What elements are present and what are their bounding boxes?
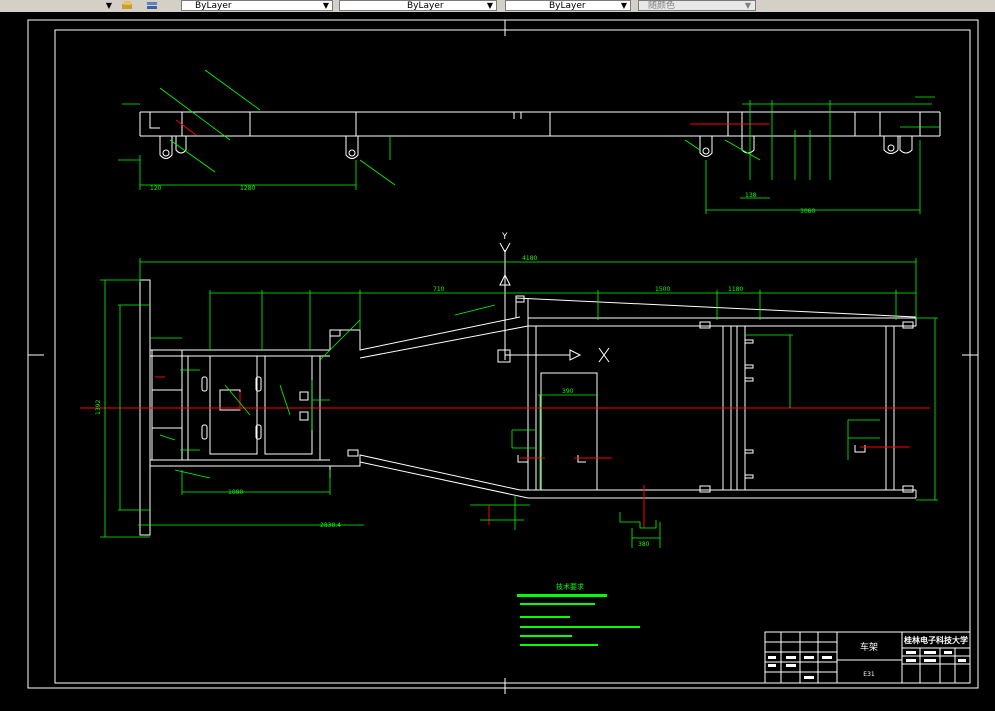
dim-text: 380 bbox=[638, 541, 650, 548]
chevron-down-icon[interactable]: ▼ bbox=[321, 0, 331, 11]
layer-stack-icon[interactable] bbox=[146, 0, 158, 10]
school-name: 桂林电子科技大学 bbox=[903, 635, 968, 645]
plotstyle-select-value: 随颜色 bbox=[648, 1, 676, 11]
chevron-down-icon[interactable]: ▼ bbox=[485, 0, 495, 11]
chevron-down-icon[interactable]: ▼ bbox=[619, 0, 629, 11]
side-view bbox=[139, 111, 941, 159]
drawing-canvas[interactable]: 1280 3060 138 120 4180 1080 2838.4 390 3… bbox=[0, 12, 995, 707]
color-select[interactable]: ByLayer bbox=[181, 0, 333, 11]
lineweight-select[interactable]: ByLayer bbox=[505, 0, 631, 11]
drawing-number: E31 bbox=[863, 671, 875, 678]
plan-dim-text: 4180 1080 2838.4 390 380 710 1180 1500 1… bbox=[95, 255, 743, 548]
dim-text: 710 bbox=[433, 286, 445, 293]
dim-text: 1500 bbox=[655, 286, 670, 293]
dim-text: 1180 bbox=[728, 286, 743, 293]
side-view-dimensions bbox=[118, 69, 940, 214]
side-view-dim-text: 1280 3060 138 120 bbox=[150, 185, 815, 215]
linetype-select[interactable]: ByLayer bbox=[339, 0, 497, 11]
color-select-value: ByLayer bbox=[195, 1, 232, 11]
plotstyle-select[interactable]: 随颜色 bbox=[638, 0, 756, 11]
dim-text: 2838.4 bbox=[320, 522, 341, 529]
outer-border bbox=[27, 19, 979, 689]
dim-text: 120 bbox=[150, 185, 162, 192]
dim-text: 4180 bbox=[522, 255, 537, 262]
chevron-down-icon[interactable]: ▼ bbox=[743, 0, 753, 11]
dim-text: 138 bbox=[745, 192, 757, 199]
plan-view bbox=[139, 242, 917, 536]
dim-text: 390 bbox=[562, 388, 574, 395]
dropdown-arrow-icon[interactable]: ▼ bbox=[104, 0, 114, 11]
layer-states-icon[interactable] bbox=[121, 0, 133, 10]
tech-req-title: 技术要求 bbox=[556, 582, 584, 591]
cad-drawing: 1280 3060 138 120 4180 1080 2838.4 390 3… bbox=[27, 19, 979, 694]
tech-requirements: 技术要求 bbox=[517, 582, 640, 646]
ucs-labels: Y bbox=[501, 232, 508, 242]
side-view-centerline bbox=[175, 119, 770, 136]
dim-text: 1080 bbox=[228, 489, 243, 496]
lineweight-select-value: ByLayer bbox=[549, 1, 586, 11]
dim-text: 1392 bbox=[95, 400, 102, 415]
part-name: 车架 bbox=[860, 641, 878, 653]
dim-text: 1280 bbox=[240, 185, 255, 192]
ucs-y-label: Y bbox=[501, 232, 508, 242]
linetype-select-value: ByLayer bbox=[407, 1, 444, 11]
center-marks bbox=[28, 20, 978, 694]
dim-text: 3060 bbox=[800, 208, 815, 215]
